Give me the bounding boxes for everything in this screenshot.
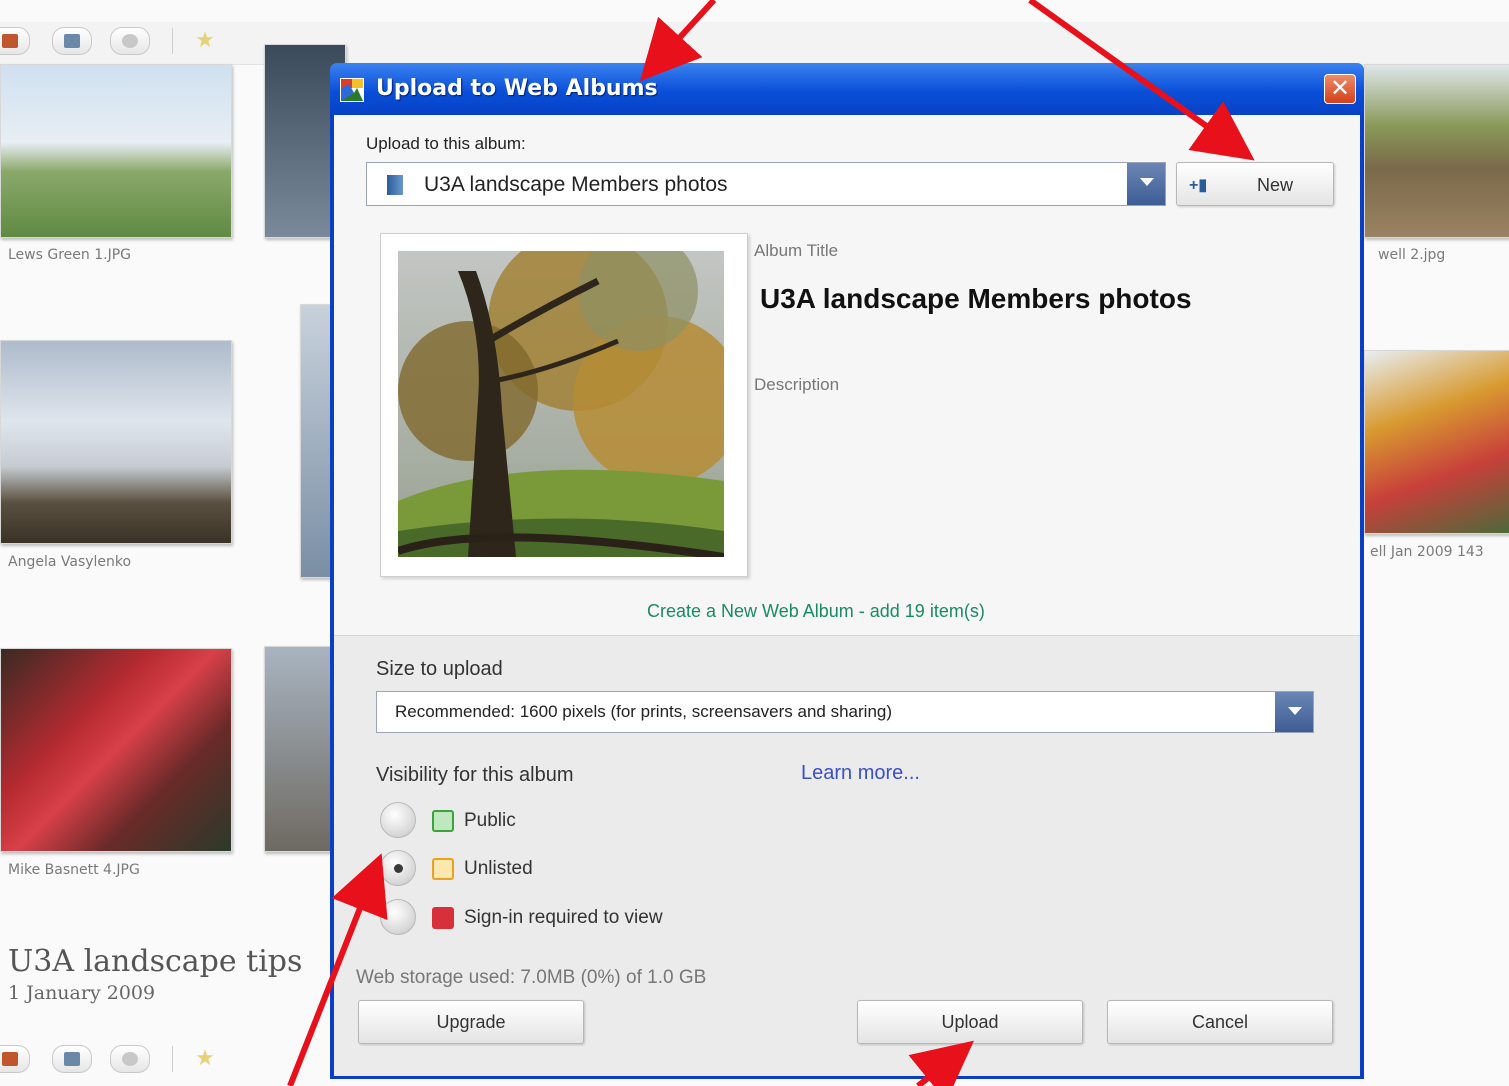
email-button[interactable] <box>0 1045 30 1073</box>
unlisted-icon <box>432 858 454 880</box>
movie-button[interactable] <box>52 27 92 55</box>
globe-icon <box>122 34 138 48</box>
photo-thumbnail[interactable] <box>0 340 232 544</box>
dialog-body: Upload to this album: U3A landscape Memb… <box>334 115 1360 1076</box>
library-toolbar: ★ <box>0 22 1509 65</box>
storage-text: Web storage used: 7.0MB (0%) of 1.0 GB <box>356 967 707 988</box>
photo-thumbnail[interactable] <box>1364 350 1509 534</box>
chevron-down-icon[interactable] <box>1275 692 1313 732</box>
close-button[interactable]: ✕ <box>1324 74 1356 104</box>
album-title: U3A landscape tips <box>8 944 303 979</box>
lock-icon <box>432 907 454 929</box>
album-icon <box>387 175 403 195</box>
description-label: Description <box>754 375 840 394</box>
visibility-signin-label: Sign-in required to view <box>464 907 663 928</box>
visibility-public-label: Public <box>464 810 516 831</box>
film-icon <box>64 34 80 48</box>
album-title-value[interactable]: U3A landscape Members photos <box>760 283 1192 315</box>
upload-to-label: Upload to this album: <box>366 134 526 153</box>
globe-icon <box>432 810 454 832</box>
visibility-unlisted-label: Unlisted <box>464 858 533 879</box>
photo-thumbnail[interactable] <box>0 648 232 852</box>
photo-caption: Angela Vasylenko <box>8 554 132 570</box>
album-cover-frame <box>380 233 748 577</box>
album-select[interactable]: U3A landscape Members photos <box>366 162 1166 206</box>
photo-thumbnail[interactable] <box>0 64 232 238</box>
star-icon[interactable]: ★ <box>188 1045 222 1073</box>
toolbar-separator <box>172 1046 173 1072</box>
email-button[interactable] <box>0 27 30 55</box>
visibility-signin-radio[interactable] <box>380 899 416 935</box>
photo-caption: Mike Basnett 4.JPG <box>8 862 140 878</box>
visibility-unlisted-radio[interactable] <box>380 850 416 886</box>
movie-button[interactable] <box>52 1045 92 1073</box>
album-select-value: U3A landscape Members photos <box>424 173 728 196</box>
star-icon[interactable]: ★ <box>188 27 222 55</box>
cancel-button[interactable]: Cancel <box>1107 1000 1333 1044</box>
dialog-titlebar[interactable]: Upload to Web Albums ✕ <box>330 63 1364 115</box>
visibility-label: Visibility for this album <box>376 764 574 786</box>
create-album-note: Create a New Web Album - add 19 item(s) <box>647 601 985 621</box>
upload-button[interactable]: Upload <box>857 1000 1083 1044</box>
globe-icon <box>122 1052 138 1066</box>
email-icon <box>2 1052 18 1066</box>
web-button[interactable] <box>110 1045 150 1073</box>
photo-thumbnail[interactable] <box>1364 64 1509 238</box>
new-album-icon: +▮ <box>1189 177 1208 194</box>
close-icon: ✕ <box>1329 74 1351 102</box>
upload-button-label: Upload <box>941 1012 999 1032</box>
photo-caption: Lews Green 1.JPG <box>8 247 131 263</box>
cancel-button-label: Cancel <box>1191 1012 1249 1032</box>
film-icon <box>64 1052 80 1066</box>
upgrade-button[interactable]: Upgrade <box>358 1000 584 1044</box>
email-icon <box>2 34 18 48</box>
photo-caption: ell Jan 2009 143 <box>1370 544 1484 560</box>
toolbar-separator <box>172 28 173 54</box>
new-album-button[interactable]: +▮ New <box>1176 162 1334 206</box>
album-date: 1 January 2009 <box>8 982 156 1004</box>
upload-dialog: Upload to Web Albums ✕ Upload to this al… <box>330 63 1364 1079</box>
web-button[interactable] <box>110 27 150 55</box>
picasa-web-icon <box>340 78 364 102</box>
new-button-label: New <box>1257 175 1294 195</box>
size-select[interactable]: Recommended: 1600 pixels (for prints, sc… <box>376 691 1314 733</box>
album-cover-image <box>398 251 724 557</box>
size-label: Size to upload <box>376 658 503 680</box>
photo-caption: well 2.jpg <box>1378 247 1446 263</box>
size-select-value: Recommended: 1600 pixels (for prints, sc… <box>395 702 893 721</box>
album-title-label: Album Title <box>754 241 839 260</box>
upgrade-button-label: Upgrade <box>436 1012 506 1032</box>
chevron-down-icon[interactable] <box>1127 163 1165 205</box>
learn-more-link[interactable]: Learn more... <box>801 762 920 785</box>
dialog-title: Upload to Web Albums <box>376 76 658 101</box>
upload-options-panel: Size to upload Recommended: 1600 pixels … <box>334 635 1360 1076</box>
visibility-public-radio[interactable] <box>380 802 416 838</box>
